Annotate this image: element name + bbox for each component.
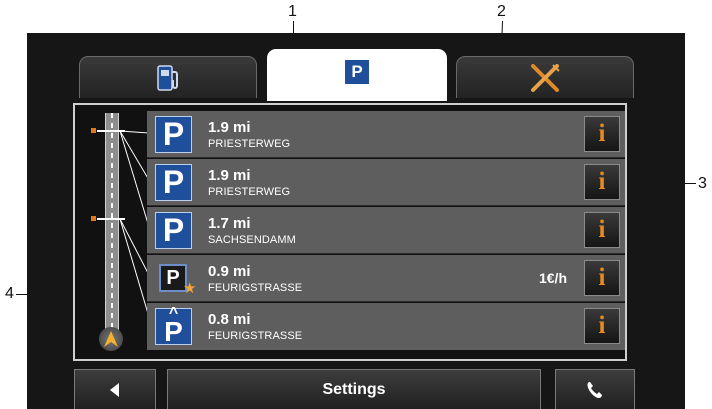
parking-list-item[interactable]: P ★ 0.9 mi FEURIGSTRASSE 1€/h i bbox=[147, 255, 625, 302]
favorite-star-icon: ★ bbox=[183, 280, 197, 297]
parking-icon: P bbox=[155, 212, 192, 249]
navigation-screen: P P 1.9 mi PRIESTERWEG i P 1.9 mi PRIEST… bbox=[27, 33, 685, 409]
parking-distance: 0.9 mi bbox=[208, 263, 251, 280]
parking-list-item[interactable]: P 1.7 mi SACHSENDAMM i bbox=[147, 207, 625, 254]
parking-icon: P bbox=[345, 59, 369, 84]
parking-icon: P bbox=[155, 164, 192, 201]
parking-distance: 0.8 mi bbox=[208, 311, 251, 328]
phone-button[interactable] bbox=[555, 369, 635, 409]
callout-4: 4 bbox=[5, 285, 14, 302]
tab-fuel[interactable] bbox=[79, 56, 257, 98]
parking-distance: 1.9 mi bbox=[208, 167, 251, 184]
connector-lines bbox=[119, 130, 150, 318]
fuel-pump-icon bbox=[157, 64, 178, 91]
back-button[interactable] bbox=[74, 369, 156, 409]
parking-street: SACHSENDAMM bbox=[208, 234, 296, 246]
info-button[interactable]: i bbox=[584, 116, 620, 152]
phone-icon bbox=[587, 381, 602, 398]
parking-list-item[interactable]: P 1.9 mi PRIESTERWEG i bbox=[147, 111, 625, 158]
info-button[interactable]: i bbox=[584, 260, 620, 296]
callout-1: 1 bbox=[288, 3, 297, 20]
callout-3: 3 bbox=[698, 175, 707, 192]
tab-food[interactable] bbox=[456, 56, 634, 98]
info-button[interactable]: i bbox=[584, 164, 620, 200]
parking-street: PRIESTERWEG bbox=[208, 186, 291, 198]
parking-price: 1€/h bbox=[538, 270, 567, 286]
parking-distance: 1.7 mi bbox=[208, 215, 251, 232]
chevron-left-icon bbox=[110, 382, 119, 397]
settings-button[interactable]: Settings bbox=[167, 369, 541, 409]
info-button[interactable]: i bbox=[584, 212, 620, 248]
tab-parking[interactable]: P bbox=[267, 49, 447, 101]
covered-parking-icon: ^ P bbox=[155, 306, 192, 346]
callout-2: 2 bbox=[497, 3, 506, 20]
parking-list-item[interactable]: P 1.9 mi PRIESTERWEG i bbox=[147, 159, 625, 206]
parking-distance: 1.9 mi bbox=[208, 119, 251, 136]
info-button[interactable]: i bbox=[584, 308, 620, 344]
parking-street: PRIESTERWEG bbox=[208, 138, 291, 150]
parking-list-item[interactable]: ^ P 0.8 mi FEURIGSTRASSE i bbox=[147, 303, 625, 350]
parking-results-panel: P 1.9 mi PRIESTERWEG i P 1.9 mi PRIESTER… bbox=[73, 103, 627, 361]
restaurant-fork-knife-icon bbox=[531, 63, 560, 92]
parking-street: FEURIGSTRASSE bbox=[208, 282, 303, 294]
parking-icon: P bbox=[155, 116, 192, 153]
parking-street: FEURIGSTRASSE bbox=[208, 330, 303, 342]
current-position-icon bbox=[99, 327, 123, 351]
